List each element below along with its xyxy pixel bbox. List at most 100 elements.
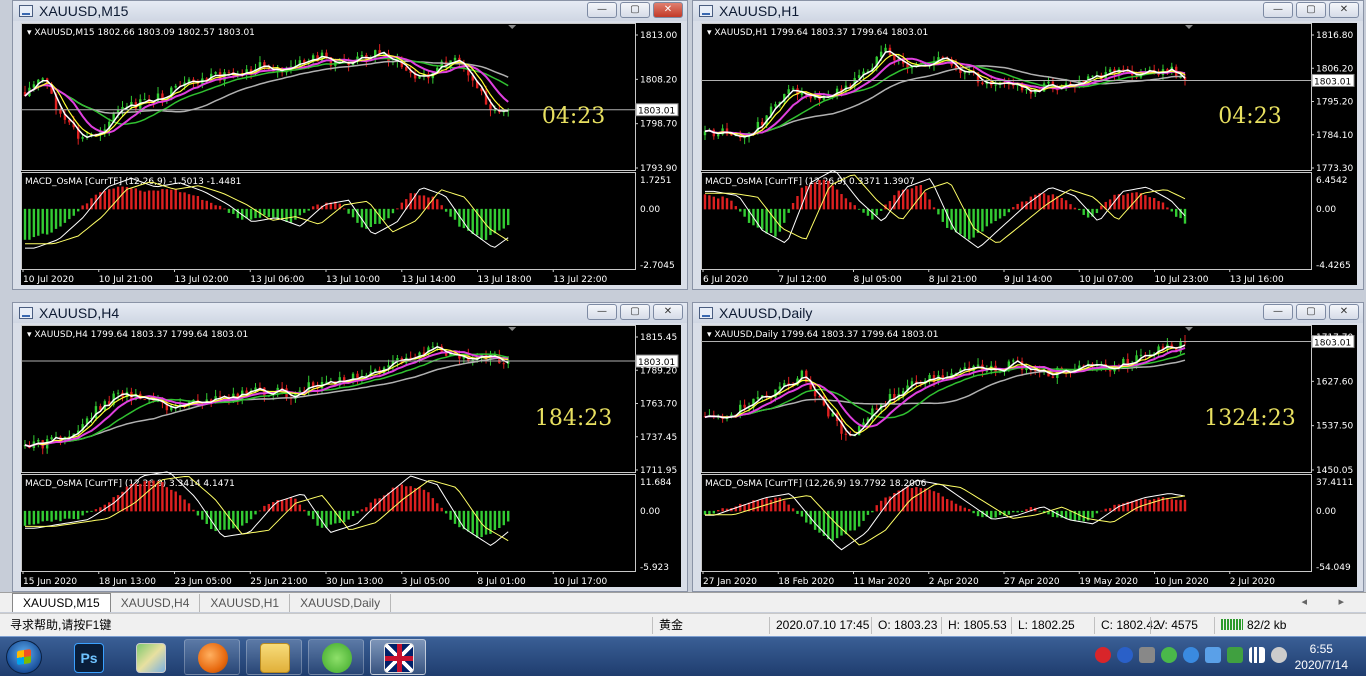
tab-xauusd-h1[interactable]: XAUUSD,H1 xyxy=(200,594,291,612)
candle-body xyxy=(1091,75,1094,77)
time-tick-label: 13 Jul 10:00 xyxy=(326,275,380,285)
macd-histogram-bar xyxy=(356,510,359,514)
macd-histogram-bar xyxy=(347,510,350,520)
macd-histogram-bar xyxy=(170,489,173,512)
macd-histogram-bar xyxy=(218,205,222,210)
chart-titlebar[interactable]: XAUUSD,Daily — ▢ ✕ xyxy=(693,303,1363,323)
macd-histogram-bar xyxy=(950,500,953,512)
macd-histogram-bar xyxy=(844,510,848,535)
chart-window-h4[interactable]: XAUUSD,H4 — ▢ ✕ 1803.01 ▾ XAUUSD,H4 1799.… xyxy=(12,302,688,592)
maximize-button[interactable]: ▢ xyxy=(1296,2,1326,18)
chart-titlebar[interactable]: XAUUSD,M15 — ▢ ✕ xyxy=(13,1,687,21)
help-icon[interactable] xyxy=(1117,647,1133,663)
time-tick-label: 19 May 2020 xyxy=(1079,577,1138,587)
tray-app-icon[interactable] xyxy=(1139,647,1155,663)
macd-histogram-bar xyxy=(708,195,711,210)
close-button[interactable]: ✕ xyxy=(653,2,683,18)
macd-histogram-bar xyxy=(923,488,927,512)
minimize-button[interactable]: — xyxy=(1263,304,1293,320)
sogou-icon[interactable] xyxy=(1095,647,1111,663)
taskbar: Ps 6:55 2020/7/14 xyxy=(0,636,1366,676)
security-icon[interactable] xyxy=(1227,647,1243,663)
macd-histogram-bar xyxy=(981,208,984,232)
tab-xauusd-daily[interactable]: XAUUSD,Daily xyxy=(290,594,392,612)
start-button[interactable] xyxy=(6,640,42,674)
macd-histogram-bar xyxy=(1038,510,1041,512)
chart-plot-area[interactable]: 1803.01 ▾ XAUUSD,H1 1799.64 1803.37 1799.… xyxy=(701,23,1357,285)
macd-histogram-bar xyxy=(72,510,75,519)
candle-body xyxy=(1047,81,1050,84)
taskbar-app-orange[interactable] xyxy=(184,639,240,675)
macd-histogram-bar xyxy=(85,510,89,513)
macd-histogram-bar xyxy=(1020,510,1024,512)
candle-body xyxy=(743,404,746,408)
chart-titlebar[interactable]: XAUUSD,H1 — ▢ ✕ xyxy=(693,1,1363,21)
signal-icon[interactable] xyxy=(1249,647,1265,663)
shift-marker-icon xyxy=(1185,25,1193,29)
macd-histogram-bar xyxy=(223,510,226,530)
tab-xauusd-m15[interactable]: XAUUSD,M15 xyxy=(12,593,111,612)
system-clock[interactable]: 6:55 2020/7/14 xyxy=(1295,641,1348,673)
macd-histogram-bar xyxy=(165,487,169,512)
network-share-icon[interactable] xyxy=(1183,647,1199,663)
candle-body xyxy=(174,85,177,88)
macd-histogram-bar xyxy=(68,510,71,519)
macd-histogram-bar xyxy=(116,495,120,512)
taskbar-maps[interactable] xyxy=(122,639,178,675)
chart-window-daily[interactable]: XAUUSD,Daily — ▢ ✕ 1803.01 ▾ XAUUSD,Daily… xyxy=(692,302,1364,592)
macd-histogram-bar xyxy=(875,208,878,216)
macd-histogram-bar xyxy=(360,509,364,512)
status-open: O: 1803.23 xyxy=(871,617,941,634)
maximize-button[interactable]: ▢ xyxy=(1296,304,1326,320)
bar-countdown: 04:23 xyxy=(542,104,605,129)
shield-icon[interactable] xyxy=(1205,647,1221,663)
macd-histogram-bar xyxy=(59,208,62,227)
macd-histogram-bar xyxy=(183,499,186,512)
macd-histogram-bar xyxy=(462,208,466,229)
macd-histogram-bar xyxy=(941,496,944,512)
macd-histogram-bar xyxy=(342,208,346,210)
macd-histogram-bar xyxy=(879,208,883,211)
macd-histogram-bar xyxy=(893,195,896,210)
volume-icon[interactable] xyxy=(1271,647,1287,663)
macd-histogram-bar xyxy=(827,180,830,210)
macd-histogram-bar xyxy=(130,188,133,210)
chart-plot-area[interactable]: 1803.01 ▾ XAUUSD,M15 1802.66 1803.09 1802… xyxy=(21,23,681,285)
macd-histogram-bar xyxy=(1161,202,1165,210)
macd-histogram-bar xyxy=(990,208,993,224)
macd-histogram-bar xyxy=(787,504,790,512)
taskbar-photoshop[interactable]: Ps xyxy=(60,639,116,675)
macd-histogram-bar xyxy=(342,510,346,523)
macd-histogram-bar xyxy=(778,208,782,232)
status-high: H: 1805.53 xyxy=(941,617,1011,634)
close-button[interactable]: ✕ xyxy=(1329,2,1359,18)
maximize-button[interactable]: ▢ xyxy=(620,304,650,320)
macd-histogram-bar xyxy=(54,510,58,520)
macd-histogram-bar xyxy=(382,208,386,221)
macd-histogram-bar xyxy=(994,510,997,518)
chart-window-m15[interactable]: XAUUSD,M15 — ▢ ✕ 1803.01 ▾ XAUUSD,M15 180… xyxy=(12,0,688,290)
time-tick-label: 13 Jul 16:00 xyxy=(1230,275,1284,285)
taskbar-mt4[interactable] xyxy=(370,639,426,675)
taskbar-explorer[interactable] xyxy=(246,639,302,675)
chart-plot-area[interactable]: 1803.01 ▾ XAUUSD,Daily 1799.64 1803.37 17… xyxy=(701,325,1357,587)
chart-plot-area[interactable]: 1803.01 ▾ XAUUSD,H4 1799.64 1803.37 1799.… xyxy=(21,325,681,587)
wechat-tray-icon[interactable] xyxy=(1161,647,1177,663)
close-button[interactable]: ✕ xyxy=(653,304,683,320)
macd-histogram-bar xyxy=(201,199,204,210)
candle-body xyxy=(981,82,984,85)
minimize-button[interactable]: — xyxy=(587,304,617,320)
macd-histogram-bar xyxy=(489,208,492,236)
taskbar-wechat[interactable] xyxy=(308,639,364,675)
candle-body xyxy=(453,57,457,61)
tab-xauusd-h4[interactable]: XAUUSD,H4 xyxy=(111,594,201,612)
chart-window-h1[interactable]: XAUUSD,H1 — ▢ ✕ 1803.01 ▾ XAUUSD,H1 1799.… xyxy=(692,0,1364,290)
close-button[interactable]: ✕ xyxy=(1329,304,1359,320)
chart-titlebar[interactable]: XAUUSD,H4 — ▢ ✕ xyxy=(13,303,687,323)
macd-histogram-bar xyxy=(875,505,878,512)
maximize-button[interactable]: ▢ xyxy=(620,2,650,18)
minimize-button[interactable]: — xyxy=(587,2,617,18)
minimize-button[interactable]: — xyxy=(1263,2,1293,18)
tab-scroll-arrows[interactable]: ◂ ▸ xyxy=(1301,595,1358,608)
symbol-info: ▾ XAUUSD,Daily 1799.64 1803.37 1799.64 1… xyxy=(707,330,938,340)
